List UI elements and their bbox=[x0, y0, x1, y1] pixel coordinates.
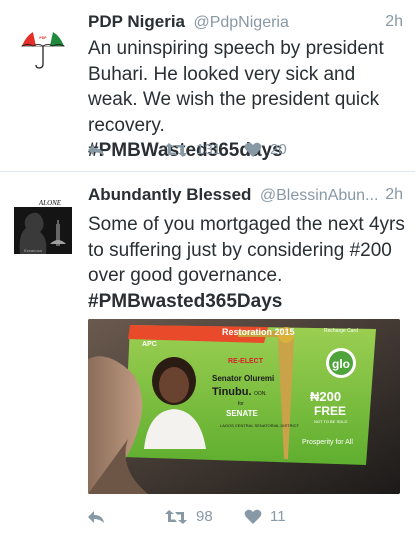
reply-button[interactable] bbox=[86, 508, 106, 526]
display-name[interactable]: PDP Nigeria bbox=[88, 12, 185, 31]
user-handle[interactable]: @PdpNigeria bbox=[193, 14, 288, 31]
retweet-icon bbox=[165, 509, 187, 524]
svg-text:Tinubu.: Tinubu. bbox=[212, 386, 252, 398]
avatar[interactable]: PDP bbox=[12, 16, 74, 78]
tweet-header: Abundantly Blessed @BlessinAbun... 2h bbox=[88, 185, 403, 209]
svg-text:₦200: ₦200 bbox=[310, 389, 341, 404]
like-button[interactable]: 20 bbox=[244, 141, 287, 158]
recharge-card-photo: Restoration 2015 Recharge Card APC RE-EL… bbox=[88, 319, 400, 494]
svg-text:LAGOS CENTRAL SENATORIAL DISTR: LAGOS CENTRAL SENATORIAL DISTRICT bbox=[220, 423, 299, 428]
tweet-header: PDP Nigeria @PdpNigeria 2h bbox=[88, 12, 403, 36]
display-name[interactable]: Abundantly Blessed bbox=[88, 185, 251, 204]
svg-text:APC: APC bbox=[142, 341, 157, 348]
retweet-count: 98 bbox=[196, 508, 213, 525]
retweet-button[interactable]: 98 bbox=[164, 508, 213, 525]
svg-text:ALONE: ALONE bbox=[38, 199, 62, 207]
reply-icon bbox=[88, 144, 104, 156]
tweet-actions: 98 11 bbox=[86, 508, 395, 532]
tweet-text: Some of you mortgaged the next 4yrs to s… bbox=[88, 212, 405, 314]
tweet-body: Some of you mortgaged the next 4yrs to s… bbox=[88, 214, 405, 286]
tweet-card[interactable]: PDP PDP Nigeria @PdpNigeria 2h An uninsp… bbox=[0, 0, 415, 172]
like-count: 11 bbox=[270, 508, 286, 525]
heart-icon bbox=[244, 509, 262, 524]
svg-text:SENATE: SENATE bbox=[226, 409, 259, 418]
reply-icon bbox=[88, 511, 104, 523]
hashtag-link[interactable]: #PMBwasted365Days bbox=[88, 289, 405, 315]
avatar[interactable]: ALONE Ezeanosa bbox=[12, 194, 74, 256]
heart-icon bbox=[244, 142, 262, 157]
svg-text:Restoration 2015: Restoration 2015 bbox=[222, 327, 295, 337]
svg-text:FREE: FREE bbox=[314, 404, 346, 418]
svg-text:PDP: PDP bbox=[39, 36, 47, 40]
svg-text:Prosperity for All: Prosperity for All bbox=[302, 439, 353, 446]
retweet-count: 131 bbox=[196, 141, 222, 158]
umbrella-logo-icon: PDP bbox=[20, 29, 66, 69]
svg-text:glo: glo bbox=[332, 357, 350, 371]
user-handle[interactable]: @BlessinAbun... bbox=[260, 187, 379, 204]
like-button[interactable]: 11 bbox=[244, 508, 286, 525]
reply-button[interactable] bbox=[86, 141, 106, 159]
svg-text:Senator Oluremi: Senator Oluremi bbox=[212, 374, 274, 383]
tweet-photo[interactable]: Restoration 2015 Recharge Card APC RE-EL… bbox=[88, 319, 400, 494]
svg-text:OON.: OON. bbox=[254, 391, 267, 397]
tweet-body: An uninspiring speech by president Buhar… bbox=[88, 38, 384, 136]
tweet-card[interactable]: ALONE Ezeanosa Abundantly Blessed @Bless… bbox=[0, 173, 415, 539]
silhouette-avatar-icon: ALONE Ezeanosa bbox=[12, 194, 74, 256]
svg-text:for: for bbox=[238, 401, 244, 407]
retweet-button[interactable]: 131 bbox=[164, 141, 221, 158]
timestamp[interactable]: 2h bbox=[385, 13, 403, 31]
svg-text:Recharge Card: Recharge Card bbox=[324, 328, 358, 334]
tweet-actions: 131 20 bbox=[86, 141, 395, 165]
timestamp[interactable]: 2h bbox=[385, 186, 403, 204]
svg-text:RE-ELECT: RE-ELECT bbox=[228, 358, 264, 365]
retweet-icon bbox=[165, 142, 187, 157]
svg-text:Ezeanosa: Ezeanosa bbox=[24, 248, 43, 253]
like-count: 20 bbox=[270, 141, 287, 158]
tweet-divider bbox=[0, 171, 415, 172]
svg-text:NOT TO BE SOLD: NOT TO BE SOLD bbox=[314, 419, 347, 424]
